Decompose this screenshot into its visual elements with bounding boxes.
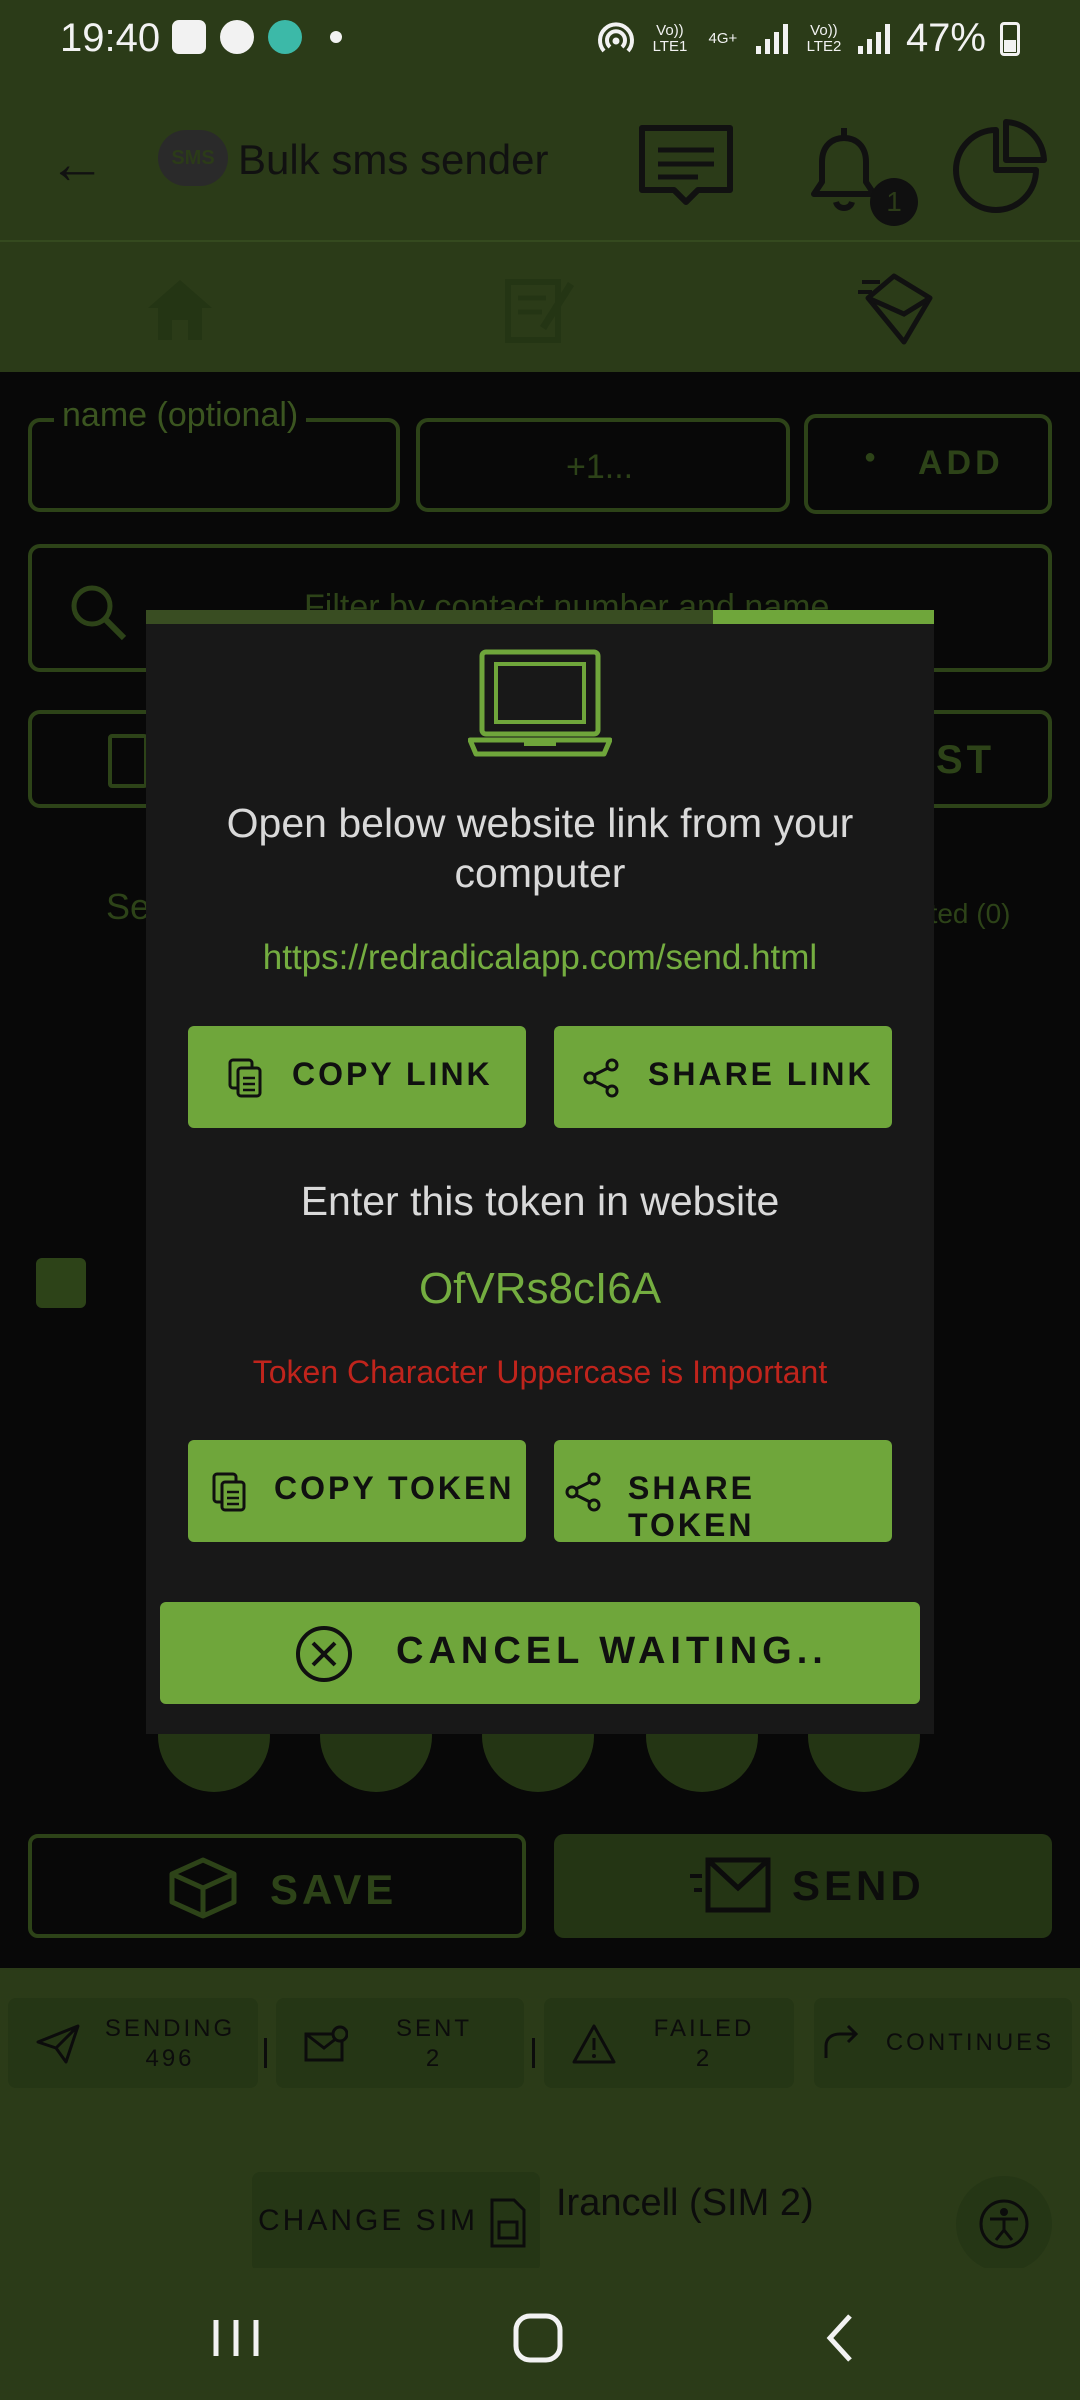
notification-badge: 1 xyxy=(870,178,918,226)
failed-stat[interactable]: FAILED 2 xyxy=(544,1998,794,2088)
redo-icon xyxy=(824,2024,859,2058)
token-warning: Token Character Uppercase is Important xyxy=(252,1354,828,1390)
current-sim-name: Irancell (SIM 2) xyxy=(556,2182,814,2224)
box-icon xyxy=(169,1857,237,1919)
number-placeholder: +1... xyxy=(566,448,634,486)
send-label: SEND xyxy=(792,1862,925,1909)
app-bar: ← SMS Bulk sms sender 1 xyxy=(0,80,1080,240)
sms-logo-icon: SMS xyxy=(158,130,228,186)
list-icon xyxy=(108,734,148,788)
share-token-button[interactable]: SHARE TOKEN xyxy=(554,1440,892,1543)
sending-stat[interactable]: SENDING 496 xyxy=(8,1998,258,2088)
accessibility-icon[interactable] xyxy=(956,2176,1052,2272)
continues-stat[interactable]: CONTINUES xyxy=(814,1998,1072,2088)
name-field-label: name (optional) xyxy=(54,396,307,435)
stat-separator-2 xyxy=(532,2038,535,2068)
save-label: SAVE xyxy=(270,1866,398,1913)
hotspot-icon xyxy=(597,21,634,52)
network-type: 4G+ xyxy=(708,29,738,47)
sent-count: 2 xyxy=(425,2045,443,2072)
copy-token-label: COPY TOKEN xyxy=(274,1470,515,1506)
add-label: ADD xyxy=(918,444,1004,482)
mail-check-icon xyxy=(304,2025,348,2062)
tab-bar xyxy=(0,240,1080,372)
sim1-label: Vo)) LTE1 xyxy=(652,21,688,55)
select-all-checkbox[interactable] xyxy=(36,1258,86,1308)
waiting-progress-bar xyxy=(146,610,934,624)
battery-percent: 47% xyxy=(905,16,986,60)
sending-label: SENDING 496 xyxy=(104,2015,236,2072)
share-link-button[interactable]: SHARE LINK xyxy=(554,1026,892,1128)
status-right: Vo)) LTE1 4G+ Vo)) LTE2 47% xyxy=(596,16,1020,61)
copy-icon xyxy=(212,1472,246,1512)
home-nav-icon[interactable] xyxy=(498,2308,578,2368)
sim-card-icon xyxy=(490,2198,526,2248)
change-sim-button[interactable]: CHANGE SIM xyxy=(252,2172,540,2272)
change-sim-label: CHANGE SIM xyxy=(258,2204,479,2237)
number-field[interactable]: +1... xyxy=(416,418,790,512)
list-button-label: ST xyxy=(936,738,996,782)
message-icon[interactable] xyxy=(636,116,736,216)
add-button[interactable]: ● ADD xyxy=(804,414,1052,514)
battery-icon xyxy=(1000,21,1020,56)
tab-bulk-send-icon[interactable] xyxy=(858,268,938,348)
paper-plane-icon xyxy=(36,2024,80,2064)
copy-link-button[interactable]: COPY LINK xyxy=(188,1026,526,1128)
system-nav-bar xyxy=(0,2268,1080,2400)
continues-label: CONTINUES xyxy=(885,2029,1055,2056)
notification-icons xyxy=(172,20,342,54)
share-link-label: SHARE LINK xyxy=(648,1056,874,1092)
more-notifications-dot xyxy=(330,31,342,43)
sent-label: SENT 2 xyxy=(395,2015,472,2072)
share-token-label: SHARE TOKEN xyxy=(628,1470,756,1543)
sent-stat[interactable]: SENT 2 xyxy=(276,1998,524,2088)
failed-count: 2 xyxy=(695,2045,713,2072)
android-icon xyxy=(268,20,302,54)
token-value: OfVRs8cI6A xyxy=(418,1264,662,1313)
dialog-heading: Open below website link from your comput… xyxy=(226,800,854,896)
search-icon xyxy=(71,585,127,641)
laptop-icon xyxy=(468,649,612,757)
cancel-circle-icon xyxy=(296,1626,352,1682)
bottom-status-area: SENDING 496 SENT 2 FAILED 2 CONTINUES CHANG… xyxy=(0,1968,1080,2272)
pie-chart-icon[interactable] xyxy=(950,116,1050,216)
tab-home-icon[interactable] xyxy=(140,268,220,348)
back-arrow-icon[interactable]: ← xyxy=(48,130,106,197)
token-heading: Enter this token in website xyxy=(300,1178,780,1224)
progress-fill xyxy=(146,610,714,624)
website-link[interactable]: https://redradicalapp.com/send.html xyxy=(166,938,914,978)
cancel-waiting-button[interactable]: CANCEL WAITING.. xyxy=(160,1602,920,1704)
stat-separator xyxy=(264,2038,267,2068)
gallery-icon xyxy=(172,20,206,54)
tab-edit-icon[interactable] xyxy=(498,268,578,348)
web-send-dialog: Open below website link from your comput… xyxy=(146,610,934,1734)
copy-icon xyxy=(228,1058,262,1098)
signal-icon-2 xyxy=(857,23,890,54)
signal-icon xyxy=(755,23,788,54)
copy-link-label: COPY LINK xyxy=(292,1056,493,1092)
add-icon: ● xyxy=(864,446,877,468)
recent-apps-icon[interactable] xyxy=(196,2308,276,2368)
sms-notification-icon xyxy=(220,20,254,54)
mail-icon xyxy=(690,1857,771,1913)
cancel-waiting-label: CANCEL WAITING.. xyxy=(396,1630,828,1672)
warning-icon xyxy=(572,2024,616,2064)
failed-label: FAILED 2 xyxy=(653,2015,755,2072)
name-field[interactable]: name (optional) xyxy=(28,396,400,512)
share-icon xyxy=(583,1058,619,1098)
sending-count: 496 xyxy=(145,2045,195,2072)
send-button[interactable]: SEND xyxy=(554,1834,1052,1938)
back-nav-icon[interactable] xyxy=(800,2308,880,2368)
save-button[interactable]: SAVE xyxy=(28,1834,526,1938)
sim2-label: Vo)) LTE2 xyxy=(806,21,842,55)
share-icon xyxy=(565,1472,601,1512)
status-time: 19:40 xyxy=(60,16,161,60)
app-title: Bulk sms sender xyxy=(238,136,549,183)
copy-token-button[interactable]: COPY TOKEN xyxy=(188,1440,526,1542)
status-bar: 19:40 Vo)) LTE1 4G+ Vo)) LTE2 47% xyxy=(0,0,1080,80)
select-all-label: Se xyxy=(106,886,151,927)
